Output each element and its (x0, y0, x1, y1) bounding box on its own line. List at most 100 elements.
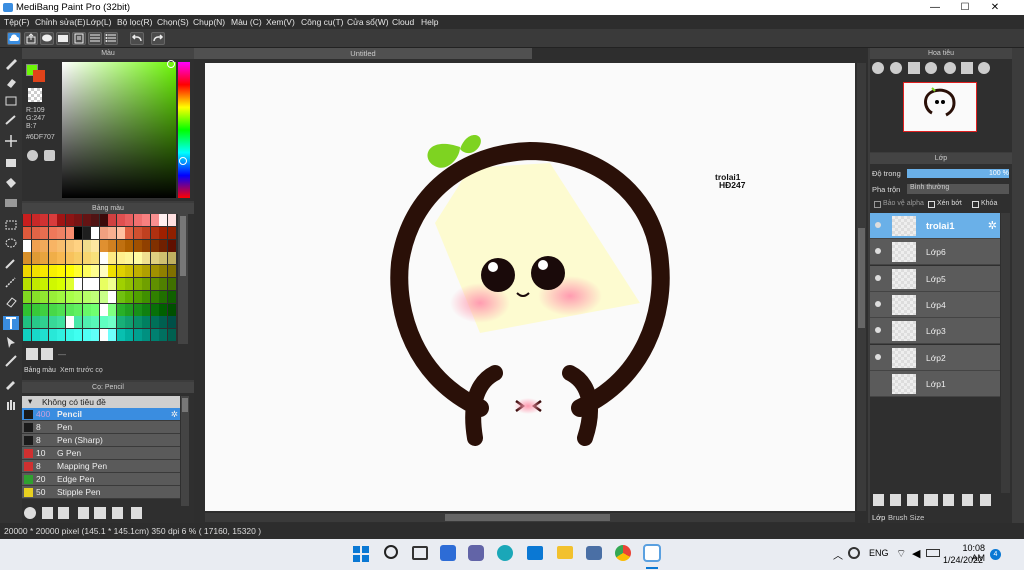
new-layer-icon[interactable] (873, 494, 884, 506)
palette-swatch[interactable] (91, 226, 99, 239)
palette-swatch[interactable] (159, 303, 167, 316)
delete-palette-icon[interactable] (41, 348, 53, 360)
tab-palette[interactable]: Bảng màu (24, 367, 56, 374)
palette-swatch[interactable] (142, 278, 150, 290)
palette-swatch[interactable] (23, 329, 31, 342)
chevron-up-icon[interactable]: ︿ (833, 547, 843, 562)
palette-swatch[interactable] (31, 303, 40, 316)
palette-swatch[interactable] (65, 278, 74, 290)
palette-swatch[interactable] (116, 265, 125, 278)
palette-swatch[interactable] (57, 252, 65, 265)
sv-picker-handle[interactable] (167, 60, 175, 68)
palette-swatch[interactable] (167, 316, 176, 329)
palette-swatch[interactable] (31, 329, 40, 342)
palette-scrollbar[interactable] (178, 214, 188, 344)
palette-swatch[interactable] (99, 290, 108, 303)
palette-swatch[interactable] (167, 265, 176, 278)
rectangle-select-icon[interactable] (3, 94, 19, 108)
palette-swatch[interactable] (40, 278, 48, 290)
palette-swatch[interactable] (150, 214, 159, 226)
mail-icon[interactable] (527, 546, 543, 560)
layer-scrollbar[interactable] (1001, 213, 1010, 493)
canvas[interactable]: trolai1 HĐ247 (205, 63, 855, 511)
select-eraser-icon[interactable] (3, 294, 19, 308)
layer-visibility-icon[interactable] (875, 327, 881, 334)
palette-swatch[interactable] (65, 316, 74, 329)
palette-swatch[interactable] (116, 226, 125, 239)
palette-swatch[interactable] (74, 265, 82, 278)
palette-swatch[interactable] (125, 329, 133, 342)
list-icon[interactable] (104, 32, 118, 45)
palette-swatch[interactable] (125, 252, 133, 265)
menu-help[interactable]: Help (421, 17, 438, 27)
palette-swatch[interactable] (82, 265, 91, 278)
menu-snap[interactable]: Chụp(N) (193, 17, 225, 27)
palette-swatch[interactable] (40, 265, 48, 278)
palette-swatch[interactable] (91, 214, 99, 226)
palette-swatch[interactable] (108, 239, 116, 252)
palette-swatch[interactable] (133, 239, 142, 252)
brush-gear-icon[interactable]: ✲ (171, 409, 178, 420)
layer-row[interactable]: Lớp1 (870, 370, 1000, 397)
layer-visibility-icon[interactable] (875, 300, 881, 307)
new-1bit-layer-icon[interactable] (907, 494, 918, 506)
fit-window-icon[interactable] (908, 62, 920, 74)
palette-swatch[interactable] (150, 239, 159, 252)
palette-swatch[interactable] (99, 329, 108, 342)
palette-swatch[interactable] (40, 239, 48, 252)
palette-swatch[interactable] (142, 329, 150, 342)
grid-icon[interactable] (88, 32, 102, 45)
palette-swatch[interactable] (31, 290, 40, 303)
battery-icon[interactable] (926, 549, 940, 557)
palette-swatch[interactable] (23, 252, 31, 265)
palette-swatch[interactable] (159, 265, 167, 278)
gradient-icon[interactable] (3, 196, 19, 210)
palette-swatch[interactable] (40, 252, 48, 265)
wifi-icon[interactable]: ⌔ (896, 547, 906, 561)
tab-layer[interactable]: Lớp (872, 513, 885, 522)
palette-swatch[interactable] (108, 329, 116, 342)
page-icon[interactable] (72, 32, 86, 45)
palette-swatch[interactable] (133, 226, 142, 239)
cloud-icon[interactable] (7, 32, 21, 45)
redo-icon[interactable] (151, 32, 165, 45)
language-indicator[interactable]: ENG (869, 548, 889, 558)
layer-row[interactable]: Lớp2 (870, 344, 1000, 371)
palette-swatch[interactable] (40, 214, 48, 226)
layer-merge-icon[interactable] (980, 494, 991, 506)
message-icon[interactable] (56, 32, 70, 45)
palette-swatch[interactable] (159, 252, 167, 265)
palette-swatch[interactable] (108, 265, 116, 278)
brush-delete-icon[interactable] (131, 507, 142, 519)
chrome-icon[interactable] (615, 545, 631, 561)
palette-swatch[interactable] (23, 303, 31, 316)
palette-swatch[interactable] (65, 239, 74, 252)
palette-swatch[interactable] (65, 214, 74, 226)
brush-edit-icon[interactable] (78, 507, 89, 519)
file-explorer-icon[interactable] (557, 546, 573, 559)
palette-swatch[interactable] (150, 265, 159, 278)
palette-swatch[interactable] (116, 278, 125, 290)
rotate-left-icon[interactable] (944, 62, 956, 74)
palette-swatch[interactable] (57, 329, 65, 342)
palette-swatch[interactable] (142, 290, 150, 303)
menu-tools[interactable]: Công cụ(T) (301, 17, 344, 27)
palette-swatch[interactable] (31, 316, 40, 329)
palette-swatch[interactable] (99, 226, 108, 239)
palette-swatch[interactable] (133, 303, 142, 316)
alpha-protect-checkbox[interactable] (874, 201, 881, 208)
palette-swatch[interactable] (133, 214, 142, 226)
menu-select[interactable]: Chọn(S) (157, 17, 189, 27)
palette-swatch[interactable] (167, 278, 176, 290)
palette-swatch[interactable] (108, 278, 116, 290)
palette-swatch[interactable] (57, 265, 65, 278)
palette-swatch[interactable] (48, 214, 57, 226)
task-view-icon[interactable] (412, 546, 428, 560)
palette-swatch[interactable] (48, 329, 57, 342)
palette-swatch[interactable] (125, 214, 133, 226)
palette-swatch[interactable] (82, 214, 91, 226)
palette-swatch[interactable] (159, 226, 167, 239)
tab-brush-size[interactable]: Brush Size (888, 513, 924, 522)
palette-swatch[interactable] (159, 316, 167, 329)
brush-cloud-icon[interactable] (24, 507, 36, 519)
